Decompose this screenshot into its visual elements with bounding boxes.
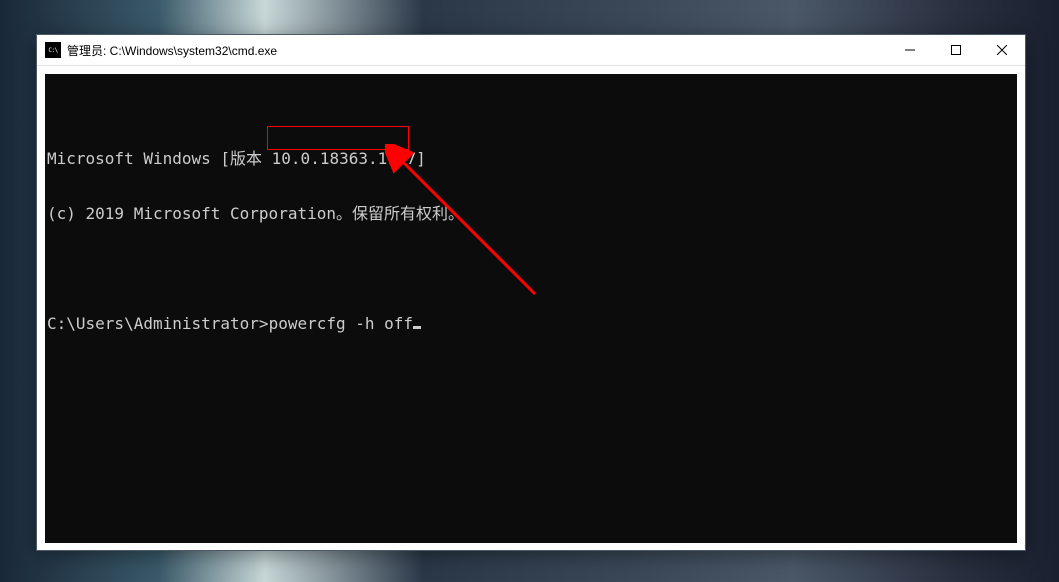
prompt-text: C:\Users\Administrator> — [47, 315, 269, 333]
window-controls — [887, 35, 1025, 65]
cursor — [413, 326, 421, 329]
maximize-button[interactable] — [933, 35, 979, 65]
copyright-line: (c) 2019 Microsoft Corporation。保留所有权利。 — [47, 205, 1017, 223]
window-title: 管理员: C:\Windows\system32\cmd.exe — [67, 42, 887, 59]
titlebar[interactable]: C:\ 管理员: C:\Windows\system32\cmd.exe — [37, 35, 1025, 66]
version-line: Microsoft Windows [版本 10.0.18363.1977] — [47, 150, 1017, 168]
app-icon: C:\ — [45, 42, 61, 58]
minimize-button[interactable] — [887, 35, 933, 65]
close-button[interactable] — [979, 35, 1025, 65]
cmd-window: C:\ 管理员: C:\Windows\system32\cmd.exe Mic… — [36, 34, 1026, 551]
blank-line — [47, 260, 1017, 278]
command-text: powercfg -h off — [269, 315, 414, 333]
terminal-area[interactable]: Microsoft Windows [版本 10.0.18363.1977] (… — [45, 74, 1017, 543]
prompt-line: C:\Users\Administrator>powercfg -h off — [47, 315, 1017, 333]
